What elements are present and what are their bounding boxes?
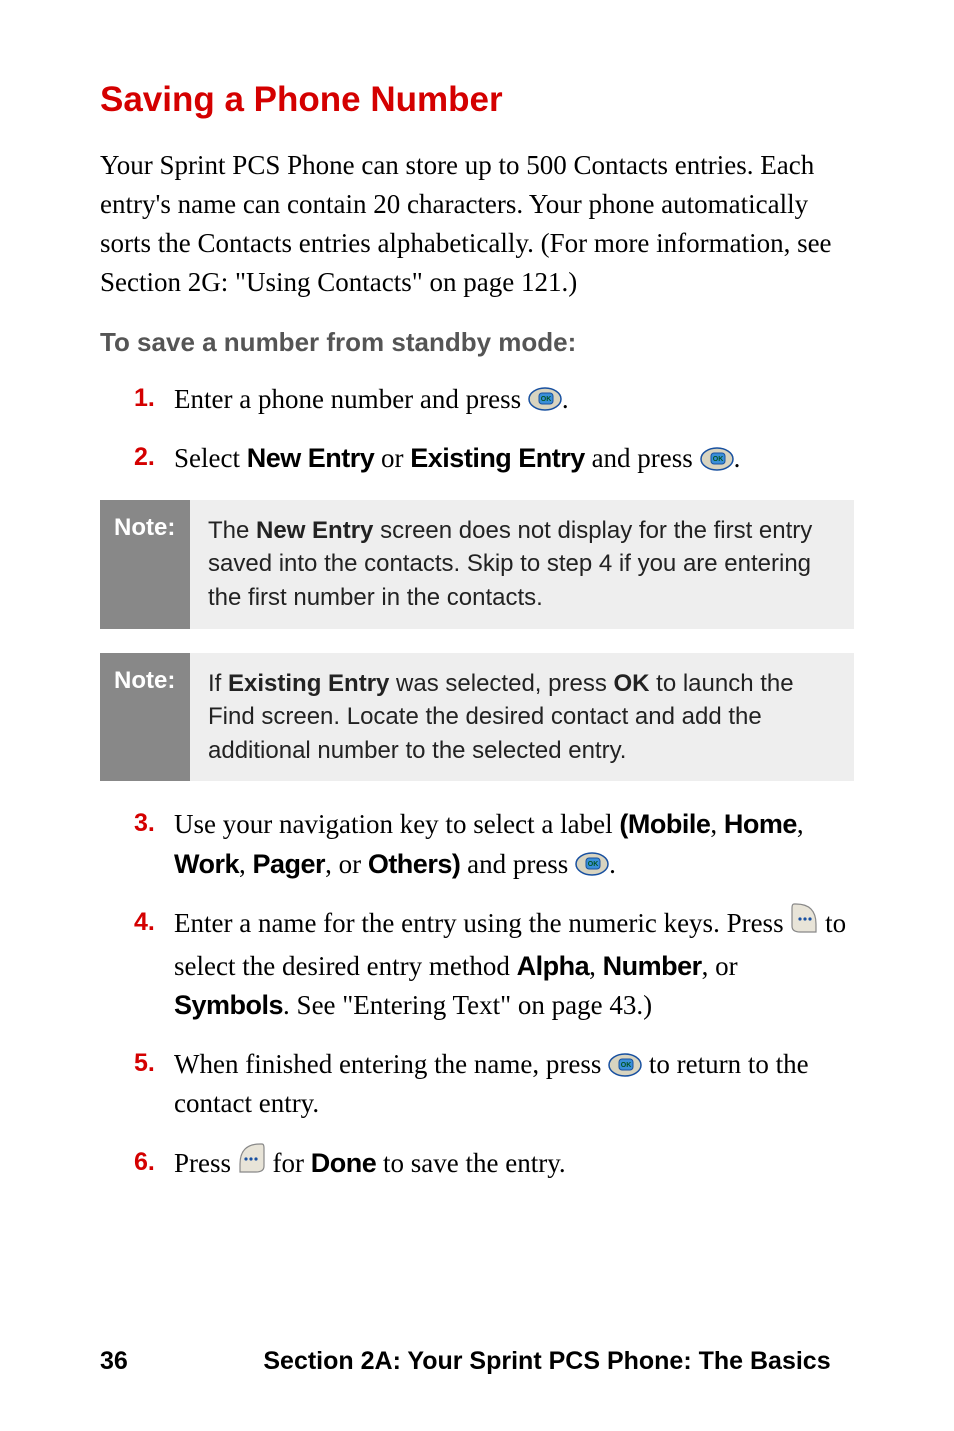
ui-label: New Entry bbox=[247, 443, 375, 473]
step-number: 3. bbox=[134, 805, 155, 841]
step-text-end: to save the entry. bbox=[376, 1148, 565, 1178]
intro-paragraph: Your Sprint PCS Phone can store up to 50… bbox=[100, 146, 854, 303]
step-text: When finished entering the name, press bbox=[174, 1049, 608, 1079]
ui-label: Number bbox=[603, 951, 702, 981]
step-number: 4. bbox=[134, 904, 155, 940]
step-text-end: . bbox=[734, 443, 741, 473]
step-text: Enter a phone number and press bbox=[174, 384, 528, 414]
ui-label: Pager bbox=[253, 849, 326, 879]
ok-button-icon: OK bbox=[528, 387, 562, 411]
step-3: 3. Use your navigation key to select a l… bbox=[134, 805, 854, 883]
note-text: If bbox=[208, 670, 228, 697]
left-softkey-icon bbox=[790, 902, 818, 945]
step-text: Enter a name for the entry using the num… bbox=[174, 908, 790, 938]
sep: , bbox=[710, 809, 724, 839]
step-text: Select bbox=[174, 443, 247, 473]
note-content: The New Entry screen does not display fo… bbox=[190, 500, 854, 629]
ok-button-icon: OK bbox=[608, 1053, 642, 1077]
sep: , or bbox=[702, 951, 738, 981]
step-text-end: . bbox=[562, 384, 569, 414]
step-6: 6. Press for Done to save the entry. bbox=[134, 1144, 854, 1187]
svg-text:OK: OK bbox=[541, 396, 552, 403]
steps-list-1: 1. Enter a phone number and press OK. 2.… bbox=[100, 380, 854, 478]
ui-label: Others) bbox=[368, 849, 461, 879]
ui-label: Existing Entry bbox=[410, 443, 585, 473]
ok-button-icon: OK bbox=[575, 852, 609, 876]
step-number: 5. bbox=[134, 1045, 155, 1081]
ok-button-icon: OK bbox=[700, 447, 734, 471]
page-number: 36 bbox=[100, 1347, 240, 1376]
note-text: was selected, press bbox=[389, 670, 613, 697]
step-text: Use your navigation key to select a labe… bbox=[174, 809, 619, 839]
note-label: Note: bbox=[100, 653, 190, 782]
step-text: and press bbox=[460, 849, 575, 879]
ui-label: Symbols bbox=[174, 990, 283, 1020]
ui-label: Done bbox=[311, 1148, 377, 1178]
ui-label: Home bbox=[724, 809, 797, 839]
step-text: . See "Entering Text" on page 43.) bbox=[283, 990, 652, 1020]
step-text: and press bbox=[585, 443, 700, 473]
step-4: 4. Enter a name for the entry using the … bbox=[134, 904, 854, 1026]
svg-text:OK: OK bbox=[712, 456, 723, 463]
sep: , bbox=[797, 809, 804, 839]
svg-text:OK: OK bbox=[621, 1062, 632, 1069]
steps-list-2: 3. Use your navigation key to select a l… bbox=[100, 805, 854, 1187]
sep: , or bbox=[325, 849, 368, 879]
ui-label: Alpha bbox=[517, 951, 590, 981]
page-footer: 36 Section 2A: Your Sprint PCS Phone: Th… bbox=[100, 1347, 854, 1376]
svg-text:OK: OK bbox=[588, 861, 599, 868]
step-1: 1. Enter a phone number and press OK. bbox=[134, 380, 854, 419]
ui-label: Work bbox=[174, 849, 239, 879]
ui-label: Existing Entry bbox=[228, 670, 389, 697]
sep: , bbox=[589, 951, 603, 981]
ui-label: OK bbox=[614, 670, 650, 697]
note-content: If Existing Entry was selected, press OK… bbox=[190, 653, 854, 782]
section-title: Section 2A: Your Sprint PCS Phone: The B… bbox=[240, 1347, 854, 1376]
step-5: 5. When finished entering the name, pres… bbox=[134, 1045, 854, 1123]
step-number: 6. bbox=[134, 1144, 155, 1180]
right-softkey-icon bbox=[238, 1142, 266, 1185]
note-box-1: Note: The New Entry screen does not disp… bbox=[100, 500, 854, 629]
ui-label: (Mobile bbox=[619, 809, 710, 839]
note-box-2: Note: If Existing Entry was selected, pr… bbox=[100, 653, 854, 782]
procedure-title: To save a number from standby mode: bbox=[100, 327, 854, 358]
step-number: 1. bbox=[134, 380, 155, 416]
note-text: The bbox=[208, 517, 256, 544]
step-text-end: . bbox=[609, 849, 616, 879]
sep: , bbox=[239, 849, 253, 879]
step-text: or bbox=[374, 443, 410, 473]
step-text: for bbox=[266, 1148, 311, 1178]
step-text: Press bbox=[174, 1148, 238, 1178]
ui-label: New Entry bbox=[256, 517, 373, 544]
step-number: 2. bbox=[134, 439, 155, 475]
section-heading: Saving a Phone Number bbox=[100, 80, 854, 120]
note-label: Note: bbox=[100, 500, 190, 629]
step-2: 2. Select New Entry or Existing Entry an… bbox=[134, 439, 854, 478]
